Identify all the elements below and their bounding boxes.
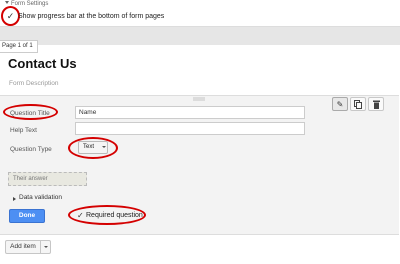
pencil-icon: ✎ xyxy=(336,100,344,109)
drag-handle[interactable] xyxy=(193,97,205,101)
data-validation-toggle[interactable]: Data validation xyxy=(19,194,62,201)
question-title-input[interactable]: Name xyxy=(75,106,305,119)
answer-preview: Their answer xyxy=(8,172,87,186)
help-text-input[interactable] xyxy=(75,122,305,135)
annotation-circle xyxy=(68,205,146,225)
delete-question-button[interactable] xyxy=(368,97,384,111)
annotation-circle xyxy=(68,137,118,159)
page-header-band xyxy=(0,26,400,45)
show-progress-label: Show progress bar at the bottom of form … xyxy=(18,13,165,20)
page-indicator: Page 1 of 1 xyxy=(0,40,38,53)
trash-icon xyxy=(372,100,380,109)
annotation-circle xyxy=(3,104,58,120)
duplicate-question-button[interactable] xyxy=(350,97,366,111)
done-button[interactable]: Done xyxy=(9,209,45,223)
chevron-down-icon xyxy=(44,246,48,248)
help-text-label: Help Text xyxy=(10,127,37,134)
add-item-button[interactable]: Add item xyxy=(5,240,41,254)
caret-down-icon xyxy=(5,1,9,4)
edit-question-button[interactable]: ✎ xyxy=(332,97,348,111)
duplicate-icon xyxy=(354,100,362,109)
question-type-label: Question Type xyxy=(10,146,52,153)
form-description[interactable]: Form Description xyxy=(9,80,58,87)
form-title[interactable]: Contact Us xyxy=(8,56,77,71)
form-settings-label: Form Settings xyxy=(11,1,49,7)
caret-right-icon xyxy=(13,197,16,201)
